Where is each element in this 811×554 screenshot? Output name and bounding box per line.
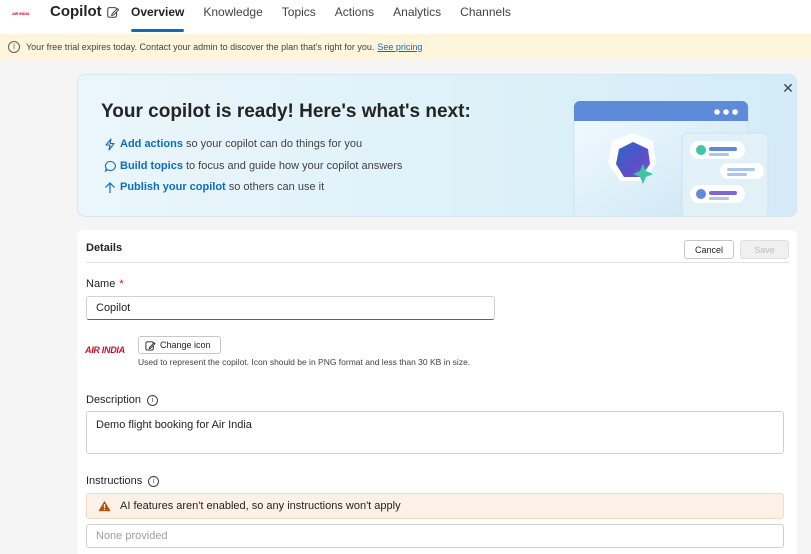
hero-title: Your copilot is ready! Here's what's nex… xyxy=(101,101,471,122)
edit-icon[interactable] xyxy=(106,5,120,19)
save-button[interactable]: Save xyxy=(740,240,789,259)
hero-item-text: so others can use it xyxy=(228,181,325,193)
top-nav: AIR INDIA Copilot Overview Knowledge Top… xyxy=(0,0,811,34)
copilot-icon-logo: AIR INDIA xyxy=(85,345,125,355)
instructions-input[interactable]: None provided xyxy=(86,524,784,548)
info-icon[interactable]: i xyxy=(148,475,160,487)
hero-item-build-topics: Build topics to focus and guide how your… xyxy=(103,159,402,173)
divider xyxy=(86,262,789,263)
app-title: Copilot xyxy=(50,3,102,20)
cancel-button[interactable]: Cancel xyxy=(684,240,734,259)
hero-item-add-actions: Add actions so your copilot can do thing… xyxy=(103,137,362,151)
chat-icon xyxy=(103,159,117,173)
details-card: Details Cancel Save Name * Copilot AIR I… xyxy=(77,230,797,554)
info-icon[interactable]: i xyxy=(147,394,159,406)
see-pricing-link[interactable]: See pricing xyxy=(377,42,422,52)
warning-text: AI features aren't enabled, so any instr… xyxy=(120,500,401,512)
change-icon-label: Change icon xyxy=(160,340,211,350)
lightning-icon xyxy=(103,137,117,151)
add-actions-link[interactable]: Add actions xyxy=(120,138,183,150)
description-label-text: Description xyxy=(86,394,142,406)
tab-actions[interactable]: Actions xyxy=(335,0,374,34)
banner-text: Your free trial expires today. Contact y… xyxy=(26,41,375,52)
brand-logo: AIR INDIA xyxy=(12,11,30,16)
close-icon[interactable]: ✕ xyxy=(781,81,795,95)
tab-channels[interactable]: Channels xyxy=(460,0,511,34)
info-icon: i xyxy=(8,40,20,53)
hero-item-publish: Publish your copilot so others can use i… xyxy=(103,180,324,194)
trial-banner: i Your free trial expires today. Contact… xyxy=(0,34,811,59)
build-topics-link[interactable]: Build topics xyxy=(120,160,183,172)
name-label: Name * xyxy=(86,278,124,290)
change-icon-button[interactable]: Change icon xyxy=(138,336,221,354)
tab-knowledge[interactable]: Knowledge xyxy=(203,0,262,34)
icon-help-text: Used to represent the copilot. Icon shou… xyxy=(138,357,471,367)
tab-analytics[interactable]: Analytics xyxy=(393,0,441,34)
tab-overview[interactable]: Overview xyxy=(131,0,185,34)
required-mark: * xyxy=(119,278,124,290)
edit-icon xyxy=(145,340,156,351)
name-input[interactable]: Copilot xyxy=(86,296,495,320)
instructions-label-text: Instructions xyxy=(86,475,143,487)
tab-bar: Overview Knowledge Topics Actions Analyt… xyxy=(131,0,530,34)
next-steps-card: ✕ Your copilot is ready! Here's what's n… xyxy=(77,74,797,217)
description-label: Description i xyxy=(86,394,159,406)
tab-topics[interactable]: Topics xyxy=(282,0,316,34)
instructions-label: Instructions i xyxy=(86,475,160,487)
copilot-illustration xyxy=(573,101,769,216)
name-label-text: Name xyxy=(86,278,116,290)
arrow-up-icon xyxy=(103,180,117,194)
ai-warning-bar: AI features aren't enabled, so any instr… xyxy=(86,493,784,519)
hero-item-text: to focus and guide how your copilot answ… xyxy=(185,160,403,172)
publish-copilot-link[interactable]: Publish your copilot xyxy=(120,181,226,193)
warning-icon xyxy=(98,500,111,512)
hero-item-text: so your copilot can do things for you xyxy=(185,138,363,150)
description-input[interactable]: Demo flight booking for Air India xyxy=(86,411,784,454)
details-title: Details xyxy=(86,242,123,254)
